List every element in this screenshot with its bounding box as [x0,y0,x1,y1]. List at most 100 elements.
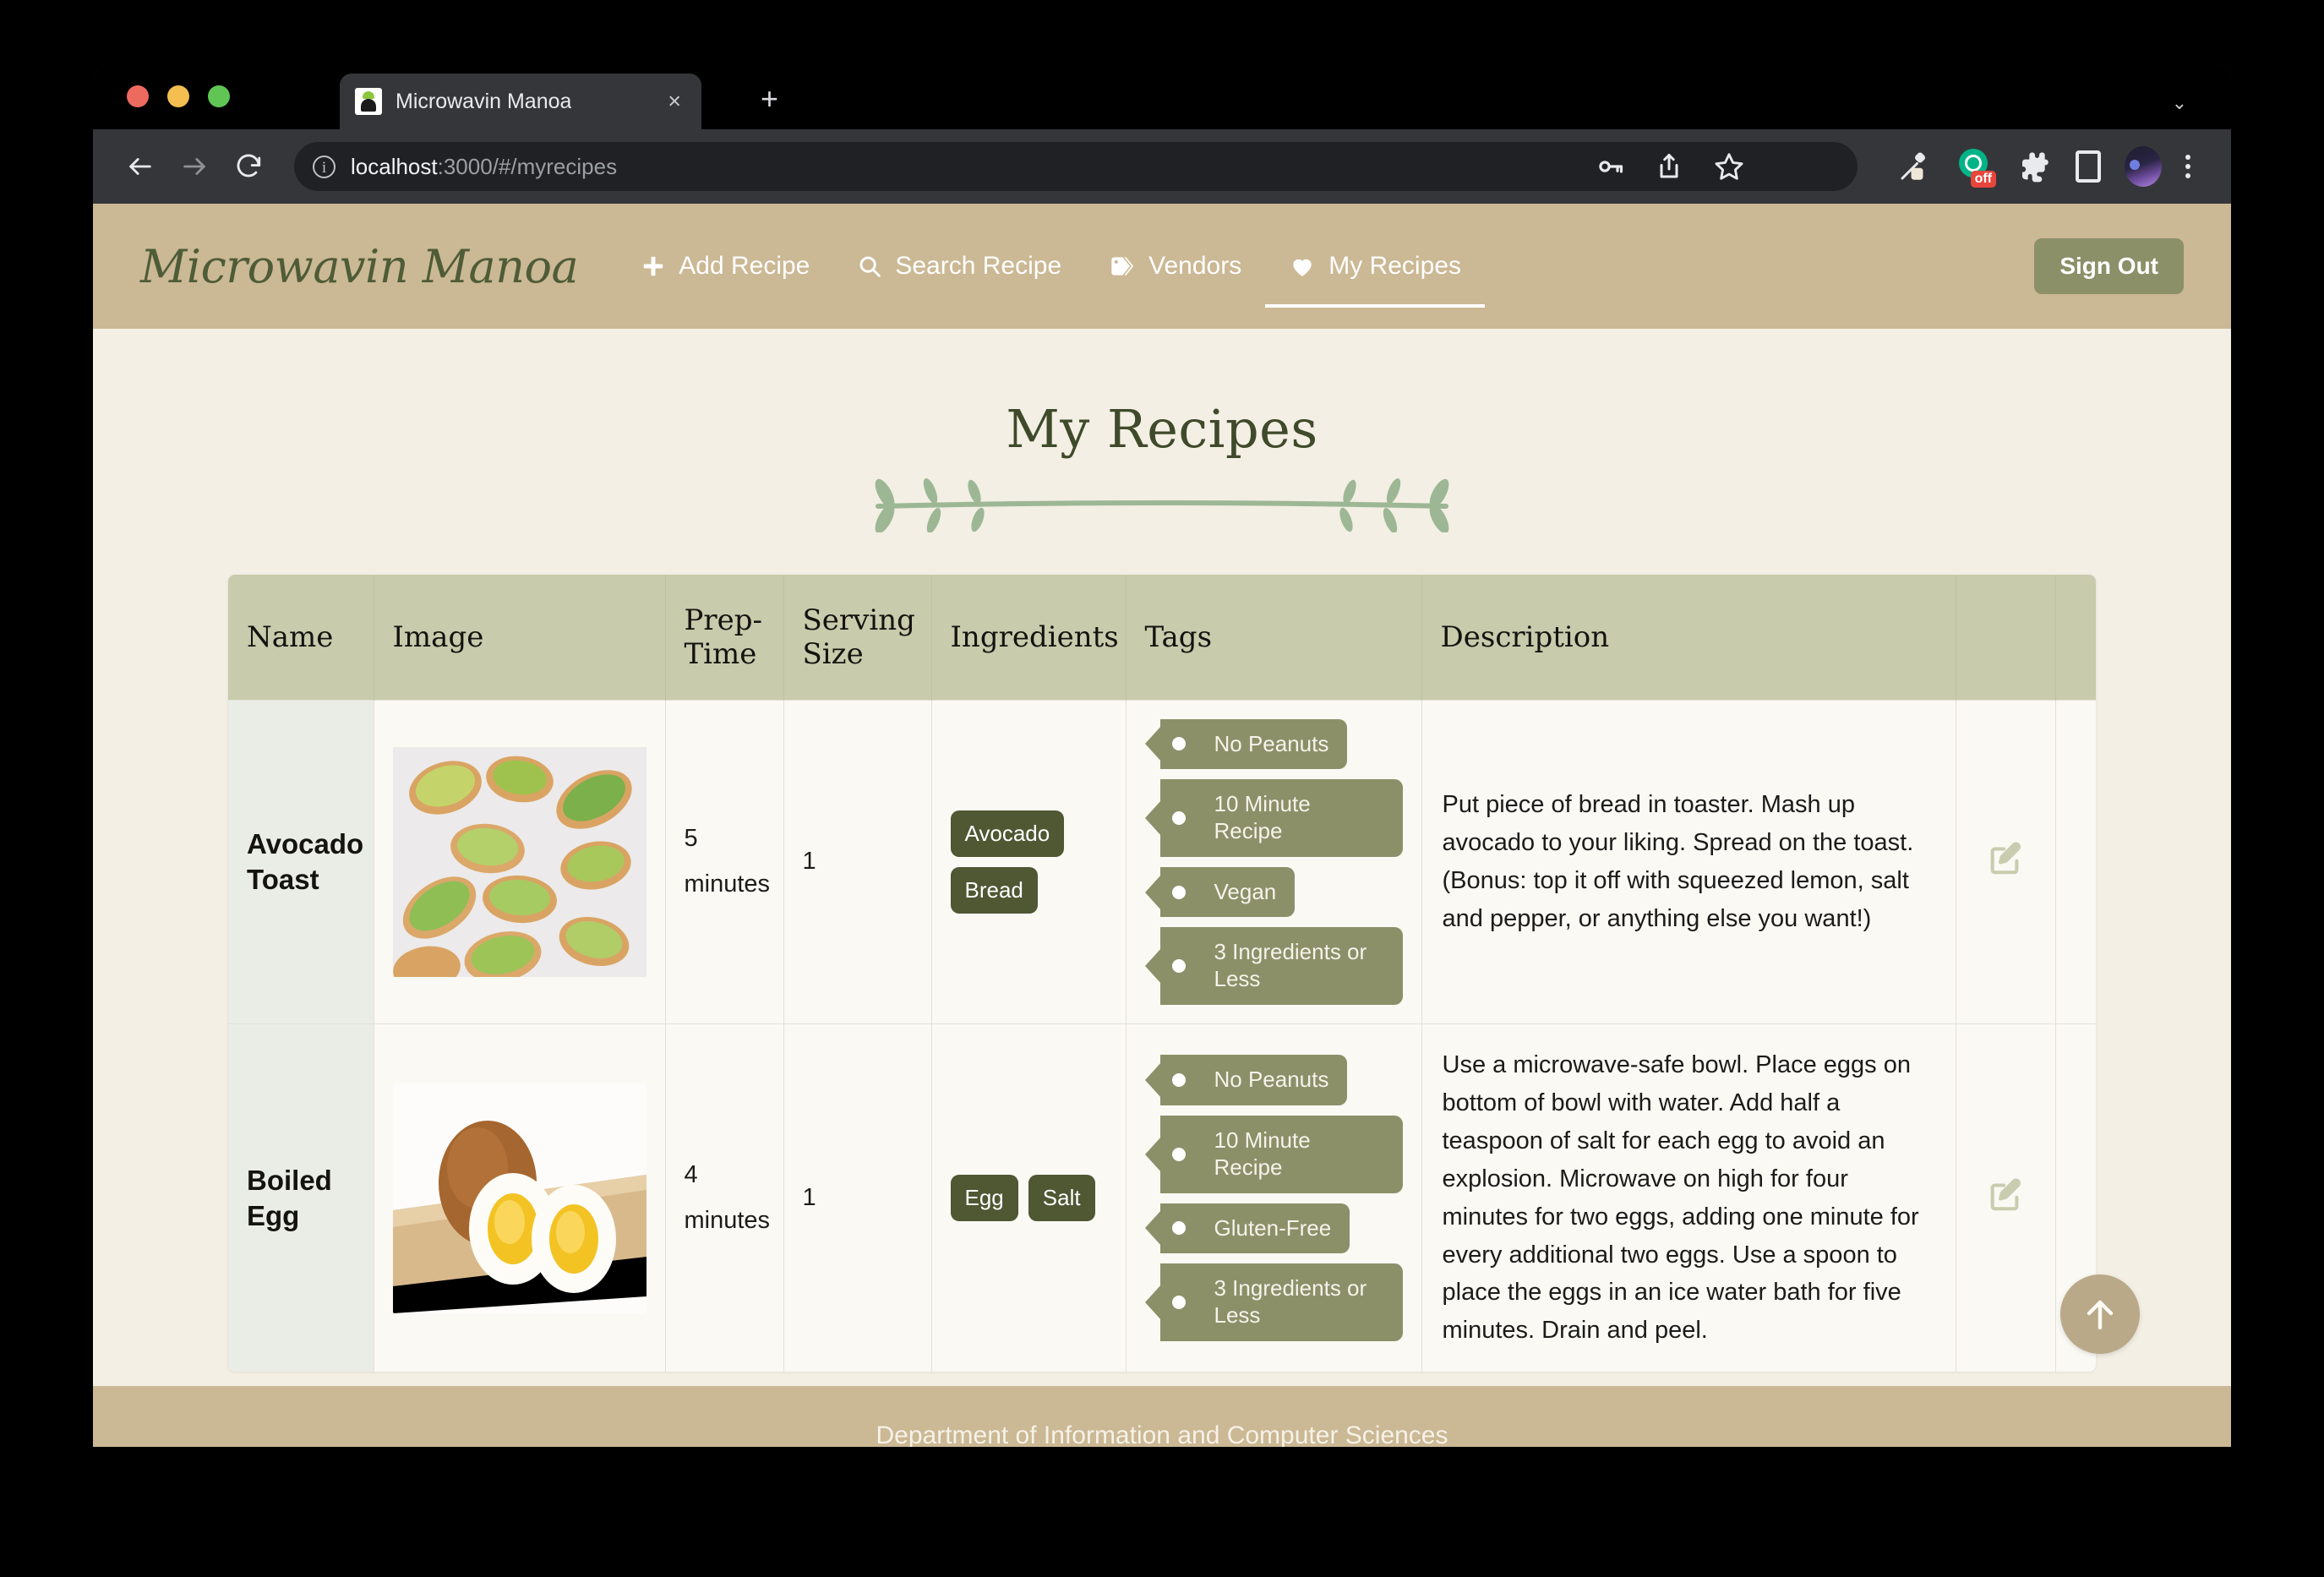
cell-ingredients: Egg Salt [931,1023,1127,1372]
column-header-delete [2055,575,2096,700]
cell-description: Put piece of bread in toaster. Mash up a… [1421,699,1956,1024]
kebab-menu-icon[interactable] [2185,155,2190,178]
nav-item-my-recipes[interactable]: My Recipes [1265,243,1485,308]
recipe-tag: Gluten-Free [1159,1203,1350,1254]
sign-out-button[interactable]: Sign Out [2034,238,2184,294]
recipe-tag: 3 Ingredients or Less [1159,1263,1403,1341]
site-info-icon[interactable]: i [313,155,336,178]
profile-avatar[interactable] [2125,146,2162,187]
browser-window: Microwavin Manoa × + ⌄ i localhost:3000/… [93,63,2231,1447]
main-nav: Add Recipe Search Recipe Vendors My Reci… [617,243,1485,308]
url-path: :3000/#/myrecipes [437,153,618,179]
plus-icon [641,254,666,279]
recipe-tag: 10 Minute Recipe [1159,779,1403,857]
footer-text: Department of Information and Computer S… [876,1421,1448,1447]
password-key-icon[interactable] [1595,151,1625,182]
column-header-ingredients[interactable]: Ingredients [931,575,1127,700]
url-text: localhost:3000/#/myrecipes [351,154,617,180]
column-header-serving-size[interactable]: Serving Size [783,575,932,700]
page-viewport: Microwavin Manoa Add Recipe Search Recip… [93,204,2231,1447]
heart-icon [1289,253,1316,280]
cell-edit-action [1956,1023,2056,1372]
column-header-description[interactable]: Description [1421,575,1956,700]
ingredient-chip: Salt [1028,1175,1095,1222]
nav-item-add-recipe[interactable]: Add Recipe [617,243,833,289]
share-icon[interactable] [1654,151,1684,182]
bookmark-star-icon[interactable] [1713,150,1745,183]
new-tab-button[interactable]: + [761,84,778,114]
recipes-table-container: Name Image Prep-Time Serving Size Ingred… [228,575,2096,1372]
reload-icon[interactable] [225,143,272,190]
url-host: localhost [351,153,438,179]
page-footer: Department of Information and Computer S… [93,1386,2231,1447]
cell-recipe-name: Boiled Egg [228,1023,374,1372]
chevron-down-icon[interactable]: ⌄ [2172,94,2187,112]
nav-item-label: Add Recipe [679,252,810,280]
zoom-window-button[interactable] [208,85,230,107]
brand-logo[interactable]: Microwavin Manoa [140,240,579,293]
adblock-extension-icon[interactable]: off [1956,147,1996,188]
browser-toolbar: i localhost:3000/#/myrecipes off [93,129,2231,204]
eyedropper-icon[interactable] [1896,149,1932,184]
cell-recipe-name: Avocado Toast [228,699,374,1024]
cell-edit-action [1956,699,2056,1024]
recipe-tag: 3 Ingredients or Less [1159,927,1403,1005]
recipe-tag: 10 Minute Recipe [1159,1116,1403,1193]
ingredient-chip: Avocado [950,810,1065,857]
boiled-egg-photo [392,1083,646,1313]
cell-description: Use a microwave-safe bowl. Place eggs on… [1421,1023,1956,1372]
cell-prep-time: 4 minutes [665,1023,784,1372]
page-content: My Recipes Name Image Prep-Time Serving … [93,329,2231,1447]
prep-time-value: 4 minutes [684,1160,771,1234]
recipe-tag: No Peanuts [1159,1055,1348,1106]
column-header-image[interactable]: Image [374,575,666,700]
scroll-to-top-button[interactable] [2060,1274,2140,1354]
browser-tab[interactable]: Microwavin Manoa × [340,74,701,129]
edit-pencil-icon[interactable] [1986,839,2025,878]
trash-icon[interactable] [2091,1176,2096,1214]
column-header-prep-time[interactable]: Prep-Time [665,575,784,700]
recipe-tag: Vegan [1159,866,1296,918]
cell-tags: No Peanuts 10 Minute Recipe Vegan 3 Ingr… [1126,699,1422,1024]
table-header-row: Name Image Prep-Time Serving Size Ingred… [228,575,2096,700]
ingredient-chip-group: Avocado Bread [950,810,1107,914]
search-icon [857,254,882,279]
favicon-chef-icon [355,88,382,115]
table-row: Boiled Egg 4 minutes 1 Egg Salt No Peanu… [228,1023,2096,1372]
recipes-table: Name Image Prep-Time Serving Size Ingred… [228,575,2096,1372]
ingredient-chip: Bread [950,866,1038,914]
tag-list: No Peanuts 10 Minute Recipe Vegan 3 Ingr… [1145,718,1403,1005]
nav-item-label: Search Recipe [895,252,1062,280]
minimize-window-button[interactable] [167,85,189,107]
column-header-tags[interactable]: Tags [1126,575,1422,700]
column-header-name[interactable]: Name [228,575,374,700]
app-navbar: Microwavin Manoa Add Recipe Search Recip… [93,204,2231,329]
cell-ingredients: Avocado Bread [931,699,1127,1024]
browser-tab-strip: Microwavin Manoa × + ⌄ [93,63,2231,129]
window-traffic-lights [127,85,230,107]
leafy-branch-divider-icon [93,473,2231,532]
forward-arrow-icon[interactable] [171,143,218,190]
extensions-puzzle-icon[interactable] [2018,150,2052,183]
cell-delete-action [2055,699,2096,1024]
tag-list: No Peanuts 10 Minute Recipe Gluten-Free … [1145,1055,1403,1341]
omnibox-actions [1595,150,1745,183]
cell-serving-size: 1 [783,1023,932,1372]
cell-recipe-image [374,1023,666,1372]
close-tab-icon[interactable]: × [668,90,681,113]
tab-title: Microwavin Manoa [396,89,572,113]
cell-recipe-image [374,699,666,1024]
nav-item-search-recipe[interactable]: Search Recipe [833,243,1085,289]
trash-icon[interactable] [2091,840,2096,877]
edit-pencil-icon[interactable] [1986,1176,2025,1214]
tag-icon [1109,253,1136,280]
column-header-edit [1956,575,2056,700]
ingredient-chip: Egg [950,1175,1018,1222]
cell-serving-size: 1 [783,699,932,1024]
nav-item-vendors[interactable]: Vendors [1085,243,1265,289]
table-row: Avocado Toast 5 minutes 1 Avocado Bread … [228,699,2096,1024]
side-panel-icon[interactable] [2076,150,2101,183]
recipe-tag: No Peanuts [1159,718,1348,770]
close-window-button[interactable] [127,85,149,107]
back-arrow-icon[interactable] [117,143,164,190]
